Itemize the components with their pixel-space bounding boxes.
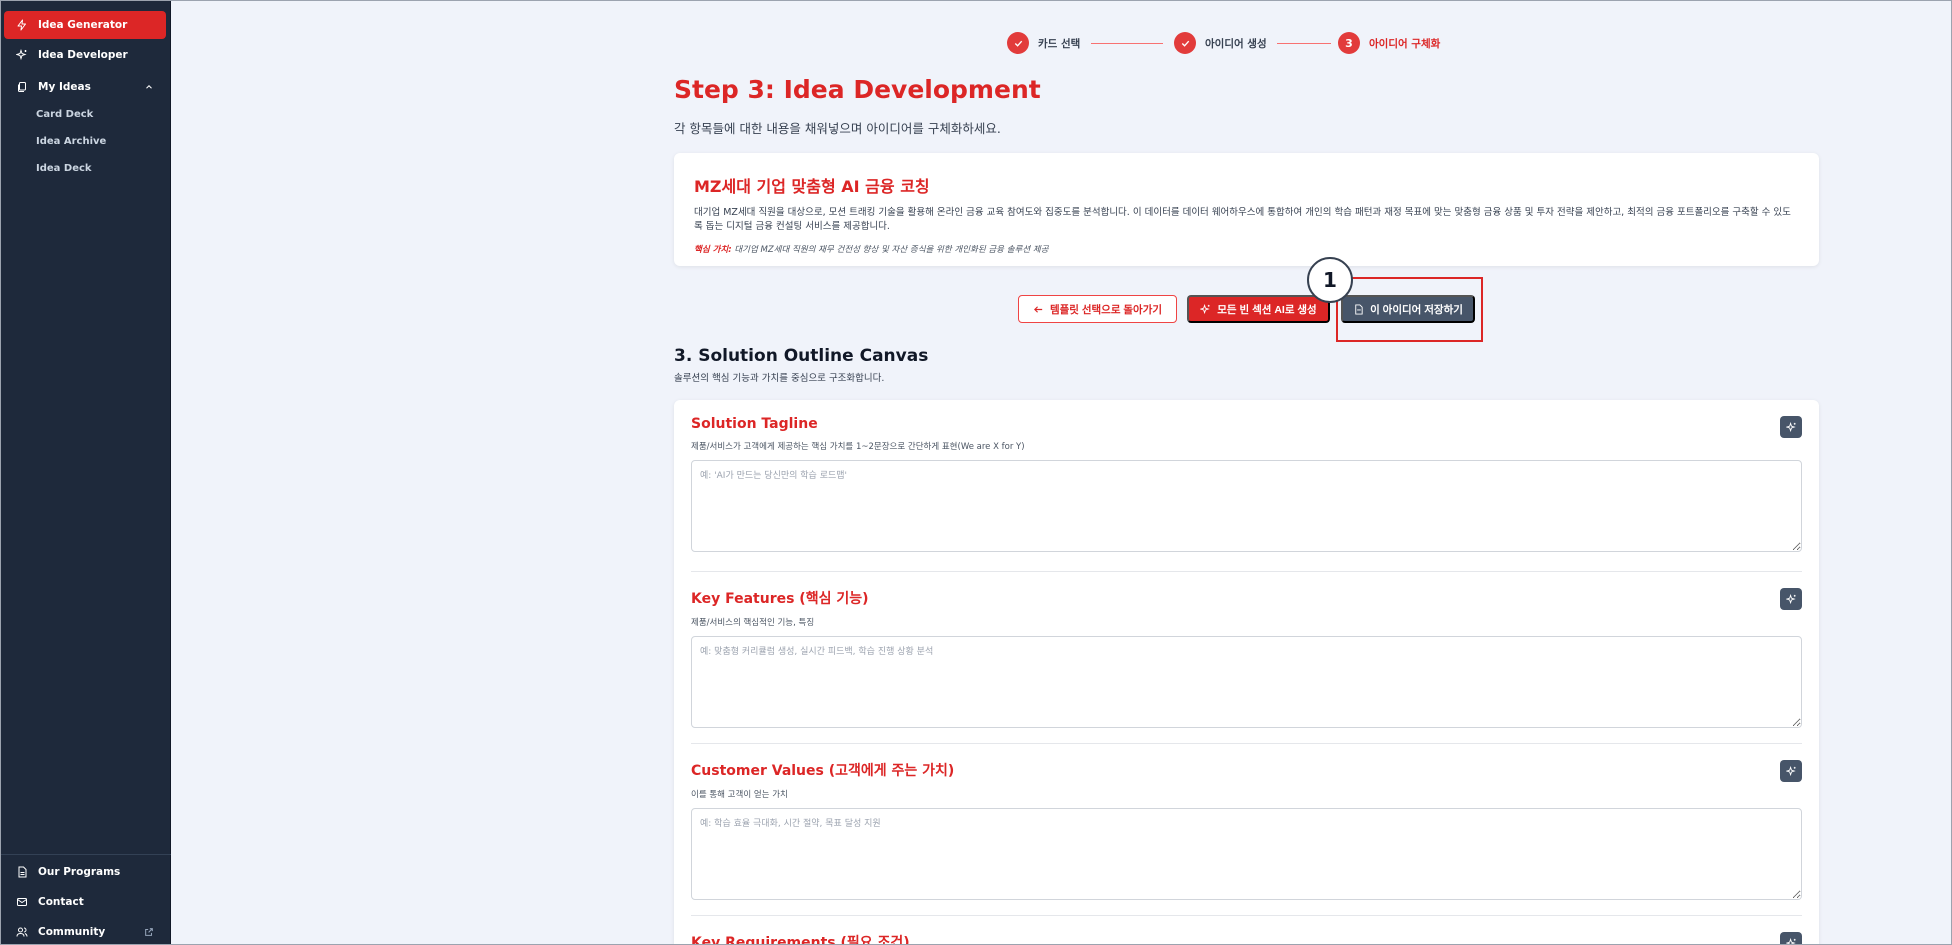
sidebar-item-label: Community: [38, 926, 106, 938]
chevron-up-icon[interactable]: [144, 82, 154, 92]
sidebar-subitem-card-deck[interactable]: Card Deck: [36, 109, 93, 120]
check-icon: [1007, 32, 1029, 54]
step-idea-generate[interactable]: 아이디어 생성: [1174, 32, 1267, 54]
page-title: Step 3: Idea Development: [674, 75, 1041, 104]
step-connector: [1277, 43, 1331, 44]
documents-icon: [16, 81, 28, 93]
sidebar-item-label: Our Programs: [38, 866, 121, 878]
field-description: 제품/서비스가 고객에게 제공하는 핵심 가치를 1~2문장으로 간단하게 표현…: [691, 442, 1025, 452]
sidebar-item-label: Idea Developer: [38, 49, 128, 61]
field-description: 이를 통해 고객이 얻는 가치: [691, 790, 788, 800]
button-label: 템플릿 선택으로 돌아가기: [1049, 303, 1163, 316]
field-key-requirements: Key Requirements (필요 조건): [691, 932, 1802, 945]
idea-summary-card: MZ세대 기업 맞춤형 AI 금융 코칭 대기업 MZ세대 직원을 대상으로, …: [674, 153, 1819, 266]
ai-generate-button[interactable]: [1780, 588, 1802, 610]
sparkle-icon: [16, 49, 28, 61]
ai-generate-button[interactable]: [1780, 416, 1802, 438]
step-label: 아이디어 구체화: [1369, 37, 1441, 50]
field-solution-tagline: Solution Tagline 제품/서비스가 고객에게 제공하는 핵심 가치…: [691, 416, 1802, 556]
core-value-label: 핵심 가치:: [694, 245, 732, 255]
sidebar-item-my-ideas[interactable]: My Ideas: [4, 73, 166, 101]
sidebar-item-label: Contact: [38, 896, 84, 908]
sparkle-icon: [1785, 421, 1796, 432]
field-key-features: Key Features (핵심 기능) 제품/서비스의 핵심적인 기능, 특징: [691, 588, 1802, 732]
step-number: 3: [1338, 32, 1360, 54]
users-icon: [16, 926, 28, 938]
customer-values-input[interactable]: [691, 808, 1802, 900]
page-subtitle: 각 항목들에 대한 내용을 채워넣으며 아이디어를 구체화하세요.: [674, 121, 1001, 136]
section-subtitle: 솔루션의 핵심 기능과 가치를 중심으로 구조화합니다.: [674, 373, 885, 384]
section-title: 3. Solution Outline Canvas: [674, 346, 929, 366]
field-title: Key Features (핵심 기능): [691, 591, 869, 607]
sparkle-icon: [1785, 765, 1796, 776]
button-label: 이 아이디어 저장하기: [1370, 303, 1463, 316]
mail-icon: [16, 896, 28, 908]
solution-tagline-input[interactable]: [691, 460, 1802, 552]
step-connector: [1091, 43, 1163, 44]
sparkle-icon: [1785, 593, 1796, 604]
field-title: Key Requirements (필요 조건): [691, 935, 910, 945]
idea-title: MZ세대 기업 맞춤형 AI 금융 코칭: [694, 177, 930, 196]
sidebar-item-contact[interactable]: Contact: [4, 888, 166, 916]
sparkle-icon: [1200, 303, 1210, 314]
field-title: Customer Values (고객에게 주는 가치): [691, 763, 955, 779]
idea-core-value: 핵심 가치: 대기업 MZ세대 직원의 재무 건전성 향상 및 자산 증식을 위…: [694, 243, 1799, 255]
sidebar-item-our-programs[interactable]: Our Programs: [4, 858, 166, 886]
sidebar-divider: [0, 854, 171, 855]
step-label: 아이디어 생성: [1205, 37, 1267, 50]
sidebar-item-idea-generator[interactable]: Idea Generator: [4, 11, 166, 39]
sidebar-item-label: My Ideas: [38, 81, 91, 93]
solution-outline-canvas: Solution Tagline 제품/서비스가 고객에게 제공하는 핵심 가치…: [674, 400, 1819, 945]
document-icon: [1355, 303, 1363, 315]
annotation-badge: 1: [1307, 257, 1353, 303]
idea-description: 대기업 MZ세대 직원을 대상으로, 모션 트래킹 기술을 활용해 온라인 금융…: [694, 207, 1791, 232]
field-description: 제품/서비스의 핵심적인 기능, 특징: [691, 618, 815, 628]
progress-stepper: 카드 선택 아이디어 생성 3 아이디어 구체화: [1007, 32, 1447, 56]
external-link-icon: [145, 928, 153, 936]
ai-generate-button[interactable]: [1780, 932, 1802, 945]
button-label: 모든 빈 섹션 AI로 생성: [1217, 303, 1317, 316]
core-value-text: 대기업 MZ세대 직원의 재무 건전성 향상 및 자산 증식을 위한 개인화된 …: [734, 245, 1049, 255]
field-divider: [691, 743, 1802, 744]
sidebar: Idea Generator Idea Developer My Ideas C…: [0, 0, 171, 945]
key-features-input[interactable]: [691, 636, 1802, 728]
sidebar-item-label: Idea Generator: [38, 19, 128, 31]
check-icon: [1174, 32, 1196, 54]
sparkle-icon: [1785, 937, 1796, 945]
sidebar-subitem-idea-deck[interactable]: Idea Deck: [36, 163, 92, 174]
step-label: 카드 선택: [1038, 37, 1081, 50]
field-customer-values: Customer Values (고객에게 주는 가치) 이를 통해 고객이 얻…: [691, 760, 1802, 904]
generate-all-ai-button[interactable]: 모든 빈 섹션 AI로 생성: [1187, 295, 1330, 323]
sidebar-subitem-idea-archive[interactable]: Idea Archive: [36, 136, 106, 147]
main-content: 카드 선택 아이디어 생성 3 아이디어 구체화 Step 3: Idea De…: [171, 0, 1952, 945]
document-icon: [16, 866, 28, 878]
field-title: Solution Tagline: [691, 416, 818, 432]
step-card-select[interactable]: 카드 선택: [1007, 32, 1080, 54]
sidebar-item-idea-developer[interactable]: Idea Developer: [4, 41, 166, 69]
sidebar-item-community[interactable]: Community: [4, 918, 166, 945]
field-divider: [691, 571, 1802, 572]
bolt-icon: [16, 19, 28, 31]
ai-generate-button[interactable]: [1780, 760, 1802, 782]
field-divider: [691, 915, 1802, 916]
save-idea-button[interactable]: 이 아이디어 저장하기: [1341, 295, 1475, 323]
back-to-template-button[interactable]: 템플릿 선택으로 돌아가기: [1018, 295, 1177, 323]
arrow-left-icon: [1033, 305, 1043, 313]
step-idea-develop[interactable]: 3 아이디어 구체화: [1338, 32, 1440, 54]
